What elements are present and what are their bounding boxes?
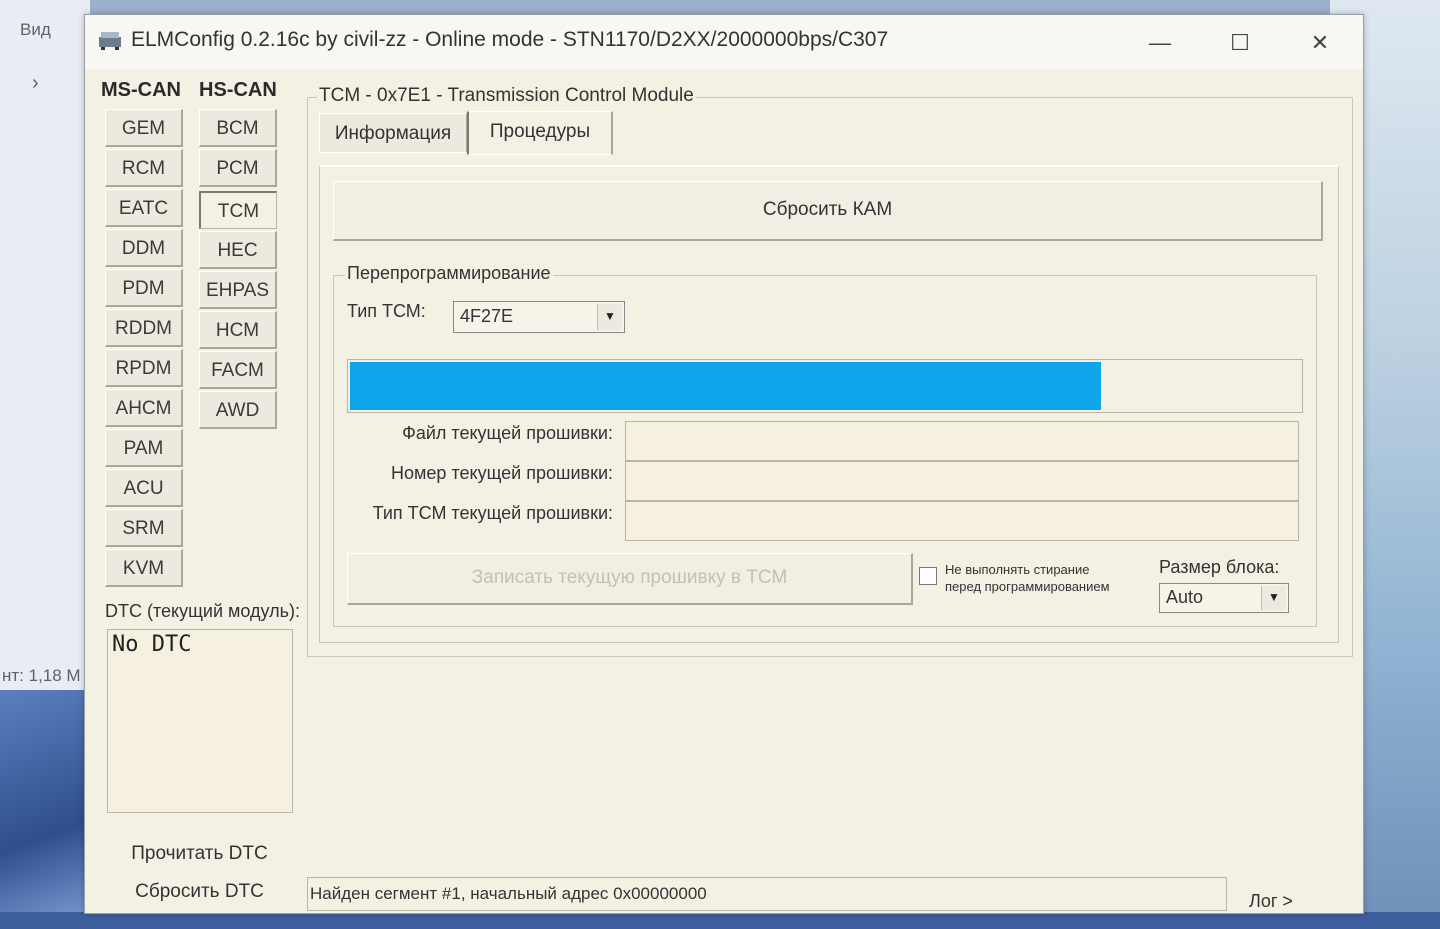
tcm-type-select[interactable]: 4F27E ▼ [453, 301, 625, 333]
module-panel-title: TCM - 0x7E1 - Transmission Control Modul… [317, 85, 696, 107]
minimize-button[interactable]: — [1145, 29, 1175, 57]
module-button-rcm[interactable]: RCM [105, 149, 183, 187]
hs-can-header: HS-CAN [199, 79, 277, 101]
module-button-facm[interactable]: FACM [199, 351, 277, 389]
module-button-pam[interactable]: PAM [105, 429, 183, 467]
reset-kam-button[interactable]: Сбросить КАМ [333, 181, 1323, 241]
module-button-srm[interactable]: SRM [105, 509, 183, 547]
read-dtc-button[interactable]: Прочитать DTC [107, 837, 293, 871]
current-firmware-file-field [625, 421, 1299, 461]
tcm-type-value: 4F27E [460, 306, 514, 326]
title-bar[interactable]: ELMConfig 0.2.16c by civil-zz - Online m… [85, 15, 1363, 69]
progress-bar [347, 359, 1303, 413]
module-button-hcm[interactable]: HCM [199, 311, 277, 349]
explorer-size-text: нт: 1,18 М [2, 666, 81, 685]
tab-procedures[interactable]: Процедуры [467, 111, 613, 155]
current-firmware-tcm-type-label: Тип ТСМ текущей прошивки: [372, 503, 613, 523]
module-button-rpdm[interactable]: RPDM [105, 349, 183, 387]
log-button[interactable]: Лог > [1249, 891, 1293, 912]
tcm-type-label: Тип ТСМ: [347, 301, 426, 321]
current-firmware-tcm-type-field [625, 501, 1299, 541]
module-button-kvm[interactable]: KVM [105, 549, 183, 587]
dtc-list[interactable]: No DTC [107, 629, 293, 813]
module-button-bcm[interactable]: BCM [199, 109, 277, 147]
app-icon [99, 32, 121, 50]
desktop-wallpaper-left [0, 690, 90, 929]
desktop-wallpaper-bottom [0, 912, 1440, 929]
module-button-ddm[interactable]: DDM [105, 229, 183, 267]
explorer-menu-view[interactable]: Вид [20, 20, 51, 40]
window-title: ELMConfig 0.2.16c by civil-zz - Online m… [131, 28, 889, 51]
module-button-awd[interactable]: AWD [199, 391, 277, 429]
progress-fill [350, 362, 1101, 410]
current-firmware-file-label: Файл текущей прошивки: [402, 423, 613, 443]
module-button-tcm[interactable]: TCM [199, 191, 277, 229]
write-firmware-button[interactable]: Записать текущую прошивку в ТСМ [347, 553, 913, 605]
block-size-value: Auto [1166, 587, 1204, 607]
module-button-eatc[interactable]: EATC [105, 189, 183, 227]
module-button-pcm[interactable]: PCM [199, 149, 277, 187]
status-message: Найден сегмент #1, начальный адрес 0x000… [310, 884, 707, 903]
close-button[interactable]: ✕ [1305, 29, 1335, 57]
elmconfig-window: ELMConfig 0.2.16c by civil-zz - Online m… [84, 14, 1364, 914]
module-button-rddm[interactable]: RDDM [105, 309, 183, 347]
no-erase-label-line2: перед программированием [945, 579, 1110, 594]
block-size-label: Размер блока: [1159, 557, 1280, 577]
no-erase-label: Не выполнять стирание перед программиров… [945, 561, 1110, 595]
dtc-content: No DTC [112, 632, 192, 657]
current-firmware-number-label: Номер текущей прошивки: [391, 463, 613, 483]
explorer-chevron[interactable]: › [32, 72, 39, 95]
block-size-select[interactable]: Auto ▼ [1159, 583, 1289, 613]
module-button-gem[interactable]: GEM [105, 109, 183, 147]
reprogramming-group-label: Перепрограммирование [345, 263, 553, 284]
ms-can-header: MS-CAN [101, 79, 181, 101]
chevron-down-icon[interactable]: ▼ [597, 304, 622, 330]
chevron-down-icon[interactable]: ▼ [1261, 586, 1286, 610]
tab-information[interactable]: Информация [319, 113, 467, 153]
no-erase-checkbox[interactable] [919, 567, 937, 585]
no-erase-label-line1: Не выполнять стирание [945, 562, 1090, 577]
window-client-area: MS-CAN HS-CAN GEM RCM EATC DDM PDM RDDM … [85, 69, 1363, 913]
dtc-label: DTC (текущий модуль): [105, 601, 301, 621]
current-firmware-number-field [625, 461, 1299, 501]
maximize-button[interactable]: ☐ [1225, 29, 1255, 57]
module-button-pdm[interactable]: PDM [105, 269, 183, 307]
module-button-acu[interactable]: ACU [105, 469, 183, 507]
module-button-ehpas[interactable]: EHPAS [199, 271, 277, 309]
module-button-hec[interactable]: HEC [199, 231, 277, 269]
reset-dtc-button[interactable]: Сбросить DTC [107, 875, 293, 909]
status-bar: Найден сегмент #1, начальный адрес 0x000… [307, 877, 1227, 911]
module-button-ahcm[interactable]: AHCM [105, 389, 183, 427]
